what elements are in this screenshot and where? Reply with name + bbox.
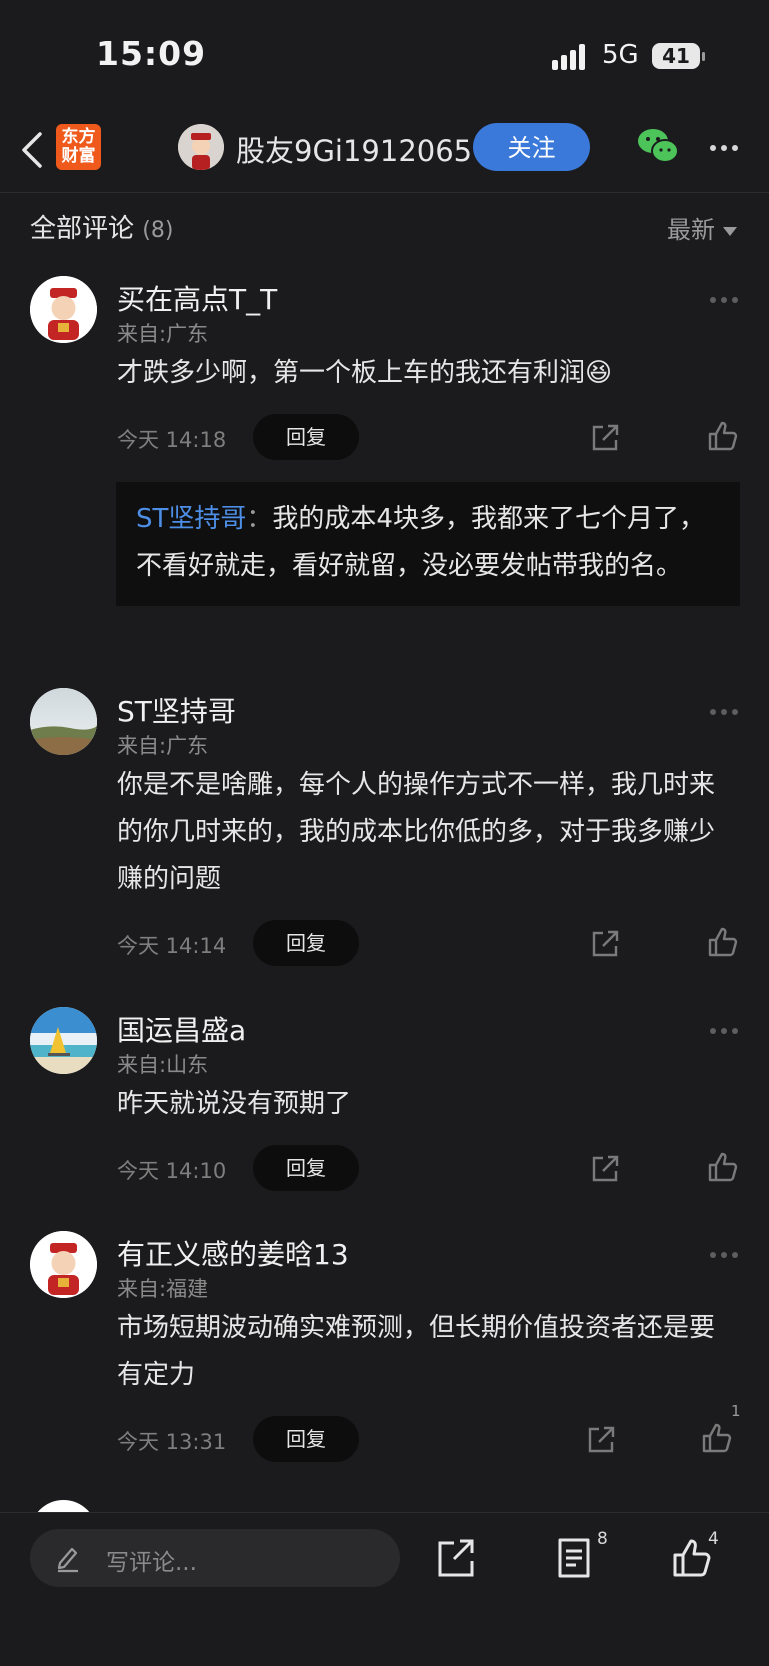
more-options-icon[interactable] <box>710 136 746 152</box>
commenter-name[interactable]: 有正义感的姜晗13 <box>117 1233 349 1273</box>
avatar-beach-sailboat-icon <box>30 1007 97 1074</box>
comment-more-icon[interactable] <box>710 1243 743 1262</box>
commenter-avatar[interactable] <box>30 688 97 755</box>
comment-time: 今天 13:31 <box>117 1430 227 1454</box>
comments-title-label: 全部评论 <box>30 214 135 244</box>
pencil-icon <box>57 1547 78 1573</box>
reply-button[interactable]: 回复 <box>253 1145 359 1191</box>
comment-more-icon[interactable] <box>710 288 743 307</box>
comment-text: 才跌多少啊，第一个板上车的我还有利润😆 <box>117 358 613 388</box>
share-icon[interactable] <box>585 1424 617 1456</box>
comment-time: 今天 14:14 <box>117 934 227 958</box>
comment-time: 今天 14:10 <box>117 1159 227 1183</box>
comment-text: 你是不是啥雕，每个人的操作方式不一样，我几时来的你几时来的，我的成本比你低的多，… <box>117 770 716 894</box>
author-avatar[interactable] <box>178 124 224 170</box>
comment-text: 市场短期波动确实难预测，但长期价值投资者还是要有定力 <box>117 1313 716 1390</box>
commenter-location: 来自:广东 <box>117 734 209 758</box>
commenter-avatar[interactable] <box>30 276 97 343</box>
thumbs-up-icon[interactable] <box>707 1151 739 1183</box>
battery-icon: 41 <box>652 43 705 69</box>
back-icon[interactable] <box>18 128 48 172</box>
caret-down-icon <box>723 226 737 236</box>
next-comment-avatar-peek <box>30 1500 97 1512</box>
avatar-fortune-god-icon <box>30 1231 97 1298</box>
quoted-user[interactable]: ST坚持哥 <box>136 504 246 534</box>
quoted-reply[interactable]: ST坚持哥：我的成本4块多，我都来了七个月了，不看好就走，看好就留，没必要发帖带… <box>116 482 740 606</box>
comment-more-icon[interactable] <box>710 700 743 719</box>
author-name[interactable]: 股友9Gi1912065 <box>236 128 472 170</box>
comment-actions: 今天 14:10 回复 <box>117 1145 739 1191</box>
sort-label: 最新 <box>667 216 715 244</box>
signal-icon <box>552 44 592 70</box>
thumbs-up-icon[interactable] <box>707 420 739 452</box>
battery-level: 41 <box>662 44 690 68</box>
comments-title: 全部评论 (8) <box>30 208 173 245</box>
sort-dropdown[interactable]: 最新 <box>667 210 737 245</box>
network-type: 5G <box>602 40 639 70</box>
avatar-landscape-icon <box>30 688 97 755</box>
share-icon[interactable] <box>589 422 621 454</box>
commenter-name[interactable]: ST坚持哥 <box>117 690 236 730</box>
comment-actions: 今天 14:18 回复 <box>117 414 739 460</box>
commenter-avatar[interactable] <box>30 1007 97 1074</box>
app-logo[interactable]: 东方 财富 <box>56 124 101 170</box>
like-count-badge: 4 <box>708 1529 719 1549</box>
commenter-avatar[interactable] <box>30 1231 97 1298</box>
wechat-share-icon[interactable] <box>636 126 680 166</box>
commenter-location: 来自:山东 <box>117 1053 209 1077</box>
reply-button[interactable]: 回复 <box>253 414 359 460</box>
thumbs-up-icon[interactable] <box>701 1422 733 1454</box>
avatar-fortune-god-icon <box>178 124 224 170</box>
avatar-fortune-god-icon <box>30 276 97 343</box>
comments-list-icon[interactable] <box>554 1537 594 1579</box>
comment-count-badge: 8 <box>597 1529 608 1549</box>
reply-button[interactable]: 回复 <box>253 920 359 966</box>
commenter-name[interactable]: 买在高点T_T <box>117 278 277 318</box>
follow-button[interactable]: 关注 <box>473 123 590 171</box>
status-bar: 15:09 5G 41 <box>0 0 769 110</box>
top-nav-bar: 东方 财富 股友9Gi1912065 关注 <box>0 110 769 193</box>
bottom-action-bar: 写评论... 8 4 <box>0 1512 769 1666</box>
commenter-location: 来自:广东 <box>117 322 209 346</box>
status-time: 15:09 <box>96 34 207 73</box>
comment-more-icon[interactable] <box>710 1019 743 1038</box>
share-icon[interactable] <box>436 1537 476 1579</box>
thumbs-up-icon[interactable] <box>707 926 739 958</box>
commenter-location: 来自:福建 <box>117 1277 209 1301</box>
logo-line-2: 财富 <box>61 146 96 166</box>
comment-time: 今天 14:18 <box>117 428 227 452</box>
thumbs-up-icon[interactable] <box>672 1537 712 1579</box>
comment-input[interactable]: 写评论... <box>30 1529 400 1587</box>
share-icon[interactable] <box>589 1153 621 1185</box>
comment-actions: 今天 13:31 回复 1 <box>117 1402 741 1462</box>
comment-actions: 今天 14:14 回复 <box>117 920 739 966</box>
comment-text: 昨天就说没有预期了 <box>117 1089 352 1119</box>
like-count: 1 <box>731 1402 741 1420</box>
share-icon[interactable] <box>589 928 621 960</box>
comment-input-placeholder: 写评论... <box>106 1550 197 1576</box>
quote-colon: ： <box>246 504 273 534</box>
logo-line-1: 东方 <box>61 127 96 147</box>
commenter-name[interactable]: 国运昌盛a <box>117 1009 246 1049</box>
comments-count: (8) <box>142 218 174 243</box>
reply-button[interactable]: 回复 <box>253 1416 359 1462</box>
